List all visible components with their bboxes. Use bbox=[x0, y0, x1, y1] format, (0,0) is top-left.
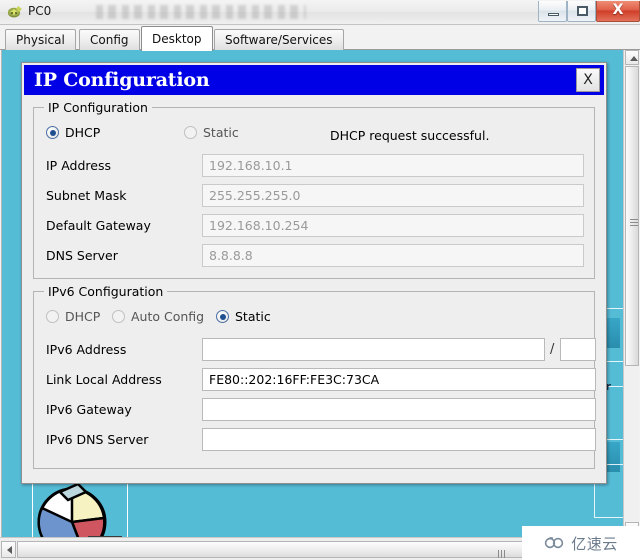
window-title-blurred-path bbox=[96, 5, 306, 19]
dhcp-status-text: DHCP request successful. bbox=[330, 128, 490, 143]
field-row-ipv6-address: IPv6 Address / bbox=[46, 338, 596, 362]
field-row-default-gateway: Default Gateway 192.168.10.254 bbox=[46, 214, 584, 238]
chevron-up-icon bbox=[630, 56, 638, 61]
scrollbar-grip-icon bbox=[498, 550, 507, 558]
tab-physical[interactable]: Physical bbox=[5, 29, 76, 50]
label-dns-server: DNS Server bbox=[46, 248, 118, 263]
ipv4-group-title: IP Configuration bbox=[44, 100, 152, 115]
radio-dot-icon bbox=[46, 310, 59, 323]
desktop-canvas[interactable]: or IP Configuration X IP Configuration D… bbox=[1, 50, 625, 537]
radio-dot-icon bbox=[184, 126, 197, 139]
field-row-dns-server: DNS Server 8.8.8.8 bbox=[46, 244, 584, 268]
scroll-left-button[interactable] bbox=[1, 541, 16, 558]
field-row-ipv6-dns-server: IPv6 DNS Server bbox=[46, 428, 596, 452]
field-row-link-local-address: Link Local Address FE80::202:16FF:FE3C:7… bbox=[46, 368, 596, 392]
network-device-icon bbox=[8, 6, 22, 18]
radio-ipv6-auto-config-label: Auto Config bbox=[131, 309, 205, 324]
ipv6-group-title: IPv6 Configuration bbox=[44, 284, 168, 299]
vertical-scrollbar-thumb[interactable] bbox=[625, 66, 639, 366]
label-ipv6-address: IPv6 Address bbox=[46, 342, 127, 357]
vertical-scrollbar[interactable] bbox=[623, 50, 639, 537]
tab-software-services[interactable]: Software/Services bbox=[214, 29, 344, 50]
radio-ipv6-dhcp[interactable]: DHCP bbox=[46, 309, 100, 324]
dialog-close-button[interactable]: X bbox=[576, 68, 600, 92]
minimize-button[interactable] bbox=[538, 1, 567, 22]
desktop-icon-selection bbox=[32, 478, 128, 537]
radio-ipv6-static[interactable]: Static bbox=[216, 309, 271, 324]
watermark-text: 亿速云 bbox=[571, 534, 618, 553]
radio-ipv4-dhcp-label: DHCP bbox=[65, 125, 101, 140]
label-subnet-mask: Subnet Mask bbox=[46, 188, 127, 203]
radio-dot-icon bbox=[216, 310, 229, 323]
input-ip-address[interactable]: 192.168.10.1 bbox=[202, 154, 584, 177]
tab-bar: Physical Config Desktop Software/Service… bbox=[0, 25, 640, 51]
cloud-logo-icon bbox=[545, 537, 564, 549]
radio-ipv6-static-label: Static bbox=[235, 309, 271, 324]
input-ipv6-prefix-length[interactable] bbox=[560, 338, 596, 361]
tab-desktop[interactable]: Desktop bbox=[141, 26, 213, 51]
input-ipv6-gateway[interactable] bbox=[202, 398, 596, 421]
dialog-body: IP Configuration DHCP Static DHCP reques… bbox=[24, 95, 604, 481]
window-title: PC0 bbox=[28, 4, 52, 18]
radio-ipv4-dhcp[interactable]: DHCP bbox=[46, 125, 100, 140]
label-default-gateway: Default Gateway bbox=[46, 218, 151, 233]
radio-ipv4-static[interactable]: Static bbox=[184, 125, 239, 140]
horizontal-scrollbar-thumb[interactable] bbox=[17, 541, 597, 558]
label-link-local-address: Link Local Address bbox=[46, 372, 162, 387]
scrollbar-grip-icon bbox=[630, 219, 638, 226]
label-ipv6-gateway: IPv6 Gateway bbox=[46, 402, 132, 417]
watermark: 亿速云 bbox=[522, 526, 640, 560]
window-titlebar: PC0 X bbox=[0, 0, 640, 25]
ipv6-prefix-separator: / bbox=[550, 342, 555, 357]
tab-config[interactable]: Config bbox=[79, 29, 140, 50]
dialog-title: IP Configuration bbox=[34, 69, 210, 91]
radio-ipv6-dhcp-label: DHCP bbox=[65, 309, 101, 324]
input-default-gateway[interactable]: 192.168.10.254 bbox=[202, 214, 584, 237]
field-row-ipv6-gateway: IPv6 Gateway bbox=[46, 398, 596, 422]
ipv6-group: IPv6 Configuration DHCP Auto Config Stat… bbox=[33, 284, 596, 469]
input-subnet-mask[interactable]: 255.255.255.0 bbox=[202, 184, 584, 207]
label-ipv6-dns-server: IPv6 DNS Server bbox=[46, 432, 149, 447]
radio-ipv4-static-label: Static bbox=[203, 125, 239, 140]
close-button[interactable]: X bbox=[596, 1, 640, 22]
input-link-local-address[interactable]: FE80::202:16FF:FE3C:73CA bbox=[202, 368, 596, 391]
dialog-titlebar: IP Configuration X bbox=[24, 65, 604, 95]
ip-configuration-dialog: IP Configuration X IP Configuration DHCP… bbox=[21, 62, 607, 484]
radio-dot-icon bbox=[46, 126, 59, 139]
radio-ipv6-auto-config[interactable]: Auto Config bbox=[112, 309, 204, 324]
scroll-up-button[interactable] bbox=[625, 50, 639, 65]
radio-dot-icon bbox=[112, 310, 125, 323]
chevron-left-icon bbox=[7, 546, 12, 554]
input-ipv6-address[interactable] bbox=[202, 338, 545, 361]
label-ip-address: IP Address bbox=[46, 158, 111, 173]
pc0-window: PC0 X Physical Config Desktop Software/S… bbox=[0, 0, 640, 560]
maximize-button[interactable] bbox=[567, 1, 596, 22]
input-ipv6-dns-server[interactable] bbox=[202, 428, 596, 451]
field-row-subnet-mask: Subnet Mask 255.255.255.0 bbox=[46, 184, 584, 208]
ipv4-group: IP Configuration DHCP Static DHCP reques… bbox=[33, 100, 595, 279]
field-row-ip-address: IP Address 192.168.10.1 bbox=[46, 154, 584, 178]
window-controls: X bbox=[538, 0, 640, 23]
input-dns-server[interactable]: 8.8.8.8 bbox=[202, 244, 584, 267]
